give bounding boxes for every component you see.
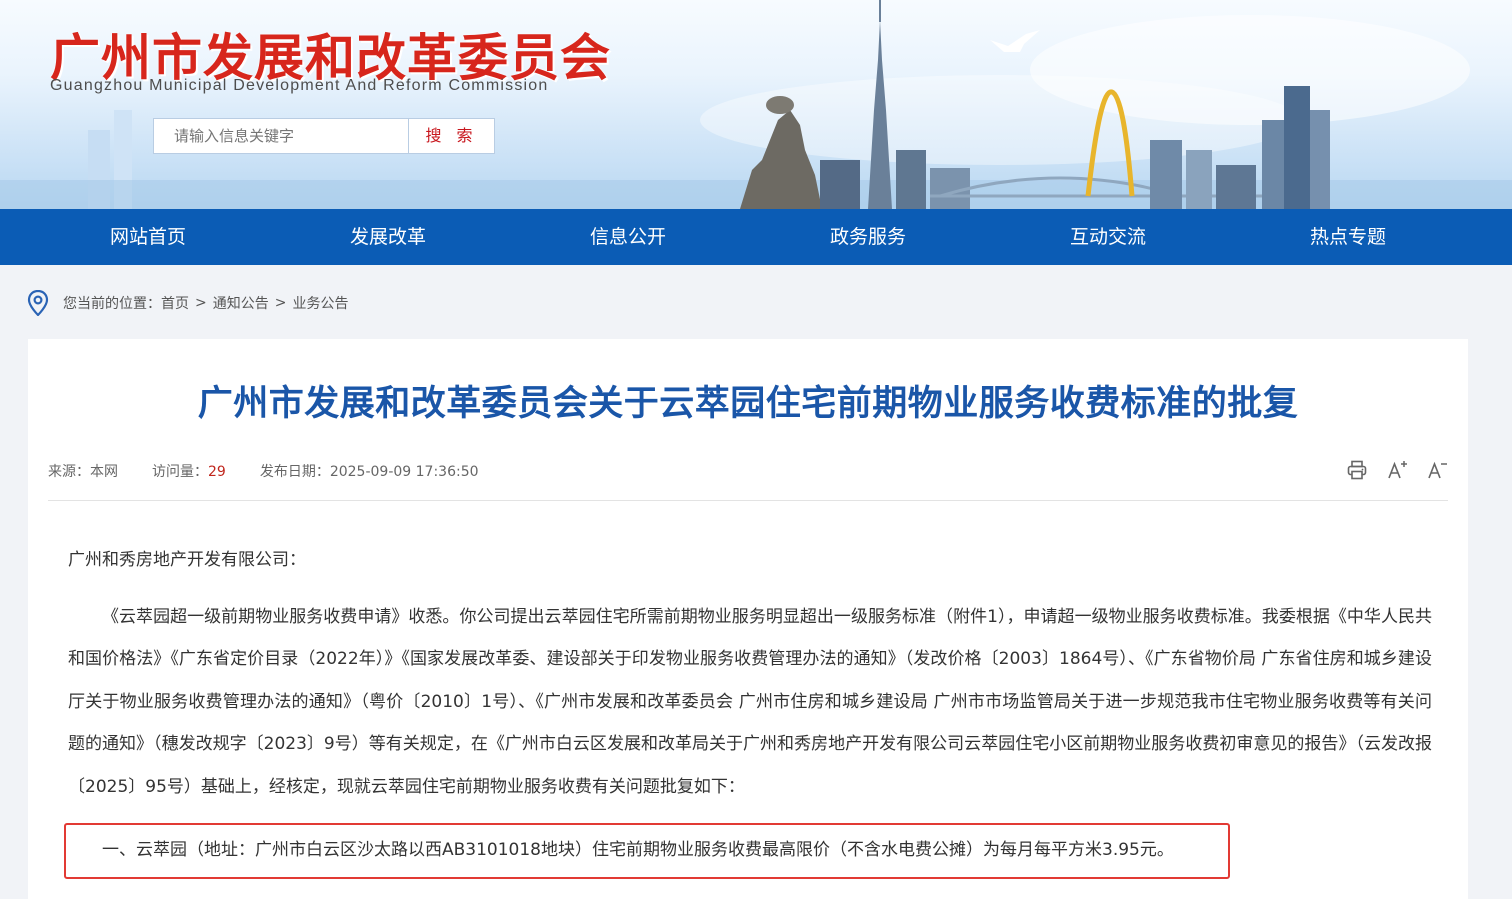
nav-item-info-disclosure[interactable]: 信息公开 [508,209,748,265]
article-title: 广州市发展和改革委员会关于云萃园住宅前期物业服务收费标准的批复 [197,384,1299,424]
meta-divider [48,500,1448,501]
article-salutation: 广州和秀房地产开发有限公司： [68,550,306,570]
meta-source: 来源：本网 [48,461,118,481]
meta-visits: 访问量：29 [152,461,226,481]
print-icon[interactable] [1346,459,1368,481]
nav-item-hot-topics[interactable]: 热点专题 [1228,209,1468,265]
breadcrumb-prefix: 您当前的位置： [63,296,161,312]
highlighted-paragraph: 一、云萃园（地址：广州市白云区沙太路以西AB3101018地块）住宅前期物业服务… [64,817,1432,879]
meta-date: 发布日期：2025-09-09 17:36:50 [260,461,479,481]
article-body: 广州和秀房地产开发有限公司： 《云萃园超一级前期物业服务收费申请》收悉。你公司提… [64,539,1432,879]
publish-date: 2025-09-09 17:36:50 [329,464,479,480]
breadcrumb-business-notices[interactable]: 业务公告 [292,293,348,313]
nav-item-home[interactable]: 网站首页 [28,209,268,265]
font-decrease-icon[interactable] [1426,459,1448,481]
date-label: 发布日期： [259,464,330,480]
article-card: 广州市发展和改革委员会关于云萃园住宅前期物业服务收费标准的批复 来源：本网 访问… [28,339,1468,899]
nav-item-interaction[interactable]: 互动交流 [988,209,1228,265]
article-meta: 来源：本网 访问量：29 发布日期：2025-09-09 17:36:50 [48,461,513,481]
nav-item-development-reform[interactable]: 发展改革 [268,209,508,265]
search-button[interactable]: 搜 索 [408,118,495,154]
nav-item-government-services[interactable]: 政务服务 [748,209,988,265]
breadcrumb: 您当前的位置： 首页 > 通知公告 > 业务公告 [26,290,348,316]
article-paragraph: 《云萃园超一级前期物业服务收费申请》收悉。你公司提出云萃园住宅所需前期物业服务明… [68,606,1432,797]
font-increase-icon[interactable] [1386,459,1408,481]
article-tools [1346,459,1448,481]
breadcrumb-separator: > [195,295,207,311]
search-input[interactable] [153,118,409,154]
source-value: 本网 [90,464,118,480]
visits-label: 访问量： [152,464,208,480]
site-banner: 广州市发展和改革委员会 Guangzhou Municipal Developm… [0,0,1512,209]
breadcrumb-separator: > [274,295,287,311]
source-label: 来源： [48,464,90,480]
breadcrumb-notices[interactable]: 通知公告 [213,293,269,313]
article-paragraph-highlighted: 一、云萃园（地址：广州市白云区沙太路以西AB3101018地块）住宅前期物业服务… [102,839,1174,860]
breadcrumb-home[interactable]: 首页 [161,293,189,313]
main-nav: 网站首页 发展改革 信息公开 政务服务 互动交流 热点专题 [0,209,1512,265]
site-subtitle: Guangzhou Municipal Development And Refo… [50,77,549,94]
location-pin-icon [27,290,49,316]
visits-count: 29 [208,464,226,480]
